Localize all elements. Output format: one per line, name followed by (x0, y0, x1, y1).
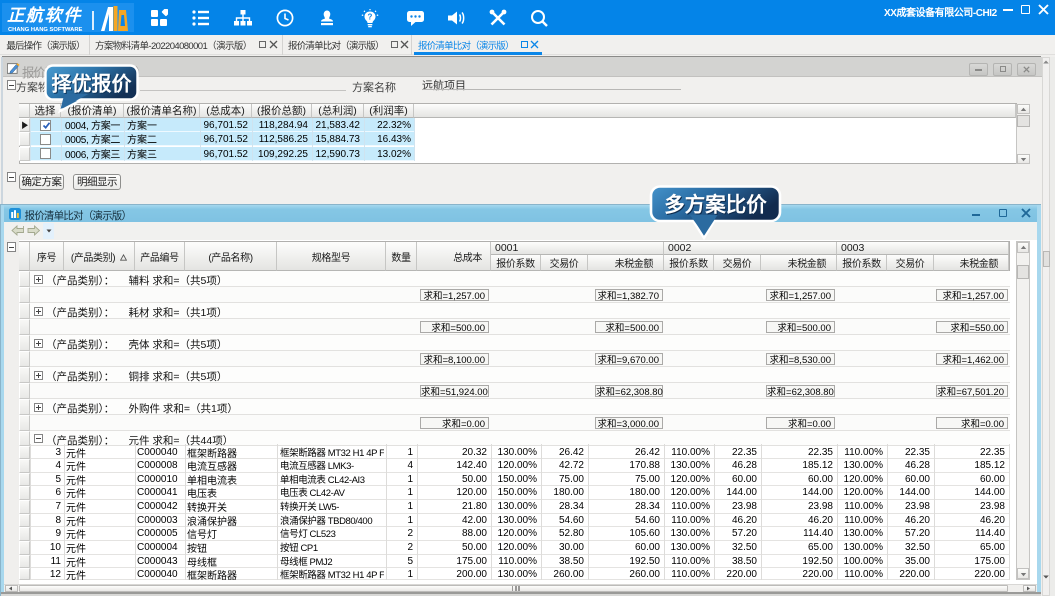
svg-text:择优报价: 择优报价 (52, 68, 133, 97)
svg-text:?: ? (368, 11, 373, 22)
svg-text:多方案比价: 多方案比价 (664, 188, 767, 218)
